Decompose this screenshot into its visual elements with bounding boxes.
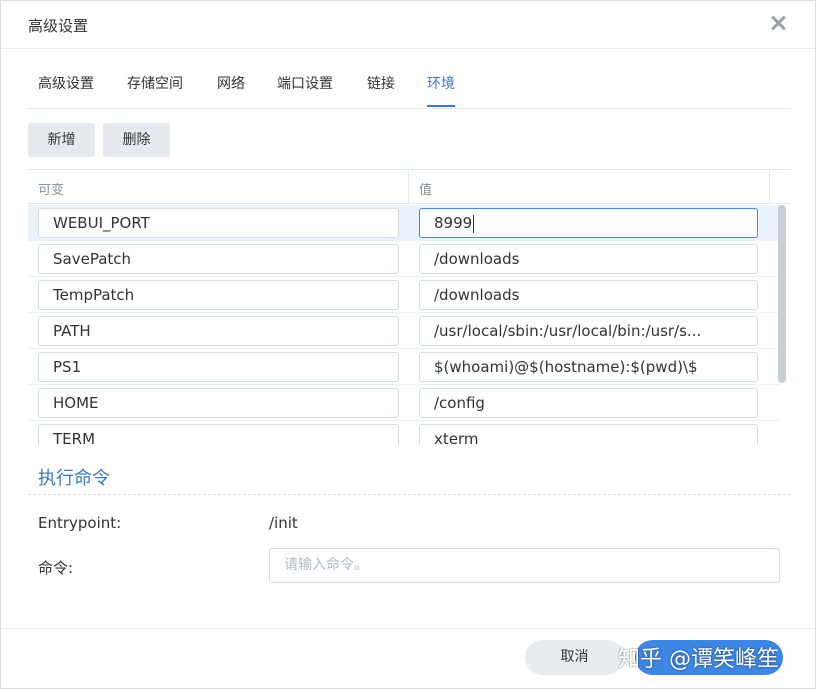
tab-links[interactable]: 链接: [367, 73, 395, 107]
delete-button[interactable]: 删除: [103, 123, 170, 157]
tab-network[interactable]: 网络: [217, 73, 245, 107]
grid-scrollbar[interactable]: [776, 203, 790, 445]
column-header-variable[interactable]: 可变: [38, 179, 64, 198]
dialog-titlebar: 高级设置: [1, 1, 815, 49]
tab-advanced-settings[interactable]: 高级设置: [38, 73, 94, 107]
table-row[interactable]: TERM xterm: [28, 421, 780, 445]
variable-value-field[interactable]: xterm: [419, 424, 758, 445]
variable-value-text: 8999: [434, 214, 473, 232]
advanced-settings-dialog: 高级设置 高级设置 存储空间 网络 端口设置 链接 环境 新增 删除 可变 值 …: [0, 0, 816, 689]
entrypoint-label: Entrypoint:: [38, 514, 122, 532]
variable-value-field[interactable]: /downloads: [419, 244, 758, 274]
variable-name-field[interactable]: TempPatch: [38, 280, 399, 310]
table-row[interactable]: HOME /config: [28, 385, 780, 421]
table-row[interactable]: WEBUI_PORT 8999: [28, 205, 780, 241]
table-row[interactable]: PS1 $(whoami)@$(hostname):$(pwd)\$: [28, 349, 780, 385]
table-row[interactable]: TempPatch /downloads: [28, 277, 780, 313]
tab-bar: 高级设置 存储空间 网络 端口设置 链接 环境: [28, 63, 791, 109]
scrollbar-thumb[interactable]: [778, 205, 786, 383]
variable-name-field[interactable]: WEBUI_PORT: [38, 208, 399, 238]
grid-header: 可变 值: [28, 170, 791, 204]
add-button[interactable]: 新增: [28, 123, 95, 157]
tab-port-settings[interactable]: 端口设置: [277, 73, 333, 107]
watermark-text: 知乎 @谭笑峰笙: [618, 647, 779, 672]
variable-name-field[interactable]: TERM: [38, 424, 399, 445]
text-caret: [473, 214, 475, 233]
close-icon[interactable]: [767, 12, 789, 34]
variable-value-field[interactable]: 8999: [419, 208, 758, 238]
dialog-title: 高级设置: [28, 17, 89, 35]
command-input[interactable]: 请输入命令。: [269, 548, 780, 583]
variable-value-field[interactable]: /config: [419, 388, 758, 418]
section-divider: [28, 494, 791, 495]
variable-name-field[interactable]: HOME: [38, 388, 399, 418]
entrypoint-value: /init: [269, 514, 298, 532]
variable-value-field[interactable]: /usr/local/sbin:/usr/local/bin:/usr/s...: [419, 316, 758, 346]
tab-environment[interactable]: 环境: [427, 73, 455, 107]
command-label: 命令:: [38, 559, 74, 577]
column-divider: [769, 170, 770, 204]
table-row[interactable]: SavePatch /downloads: [28, 241, 780, 277]
section-title-exec: 执行命令: [38, 468, 110, 489]
cancel-button[interactable]: 取消: [525, 640, 624, 675]
variable-value-field[interactable]: $(whoami)@$(hostname):$(pwd)\$: [419, 352, 758, 382]
variable-value-field[interactable]: /downloads: [419, 280, 758, 310]
table-row[interactable]: PATH /usr/local/sbin:/usr/local/bin:/usr…: [28, 313, 780, 349]
column-header-value[interactable]: 值: [419, 179, 432, 198]
environment-grid: 可变 值 WEBUI_PORT 8999 SavePatch /download…: [28, 169, 791, 445]
variable-name-field[interactable]: SavePatch: [38, 244, 399, 274]
column-divider: [408, 170, 409, 204]
variable-name-field[interactable]: PS1: [38, 352, 399, 382]
tab-storage[interactable]: 存储空间: [127, 73, 183, 107]
variable-name-field[interactable]: PATH: [38, 316, 399, 346]
